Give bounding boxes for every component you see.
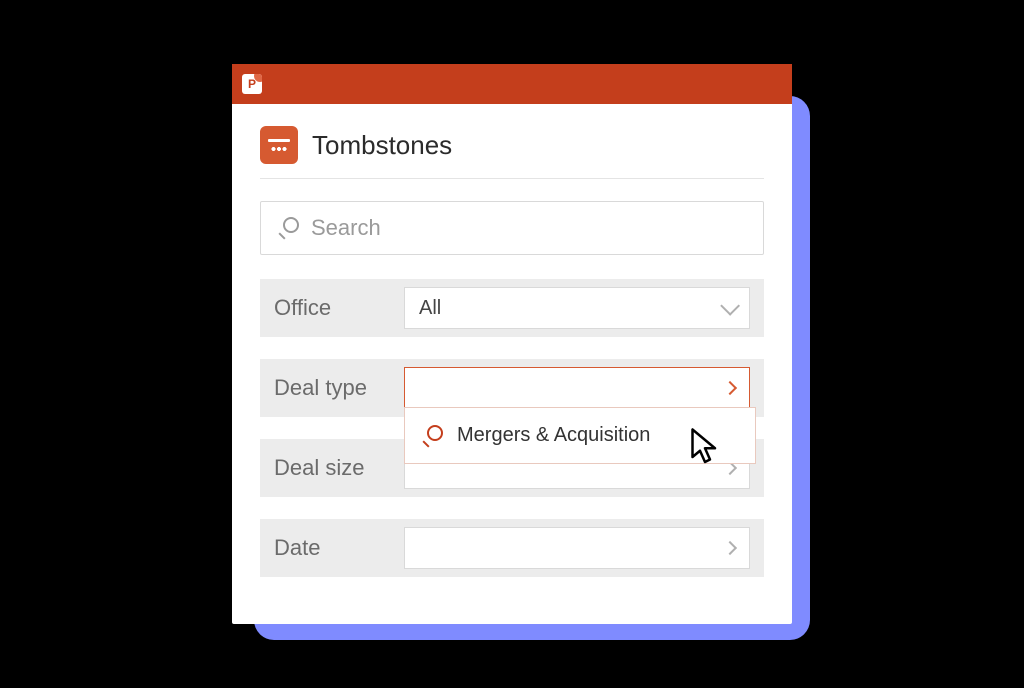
panel-header: Tombstones	[260, 126, 764, 179]
filter-label-date: Date	[274, 535, 404, 561]
filter-label-deal-size: Deal size	[274, 455, 404, 481]
filter-row-date: Date	[260, 519, 764, 577]
tombstones-panel: Tombstones Office All Deal type	[232, 104, 792, 577]
search-icon	[277, 217, 299, 239]
chevron-right-icon	[723, 381, 737, 395]
chevron-down-icon	[720, 296, 740, 316]
deal-type-option-label: Mergers & Acquisition	[457, 424, 650, 447]
filter-row-deal-type: Deal type Mergers & Acquisition	[260, 359, 764, 417]
chevron-right-icon	[723, 541, 737, 555]
filter-row-office: Office All	[260, 279, 764, 337]
office-dropdown[interactable]: All	[404, 287, 750, 329]
deal-type-dropdown-panel: Mergers & Acquisition	[404, 407, 756, 464]
filter-label-office: Office	[274, 295, 404, 321]
office-value: All	[419, 297, 441, 320]
app-window: P Tombstones Office All	[232, 64, 792, 624]
titlebar: P	[232, 64, 792, 104]
search-box[interactable]	[260, 201, 764, 255]
date-dropdown[interactable]	[404, 527, 750, 569]
deal-type-dropdown[interactable]	[404, 367, 750, 409]
filter-label-deal-type: Deal type	[274, 375, 404, 401]
app-badge-letter: P	[248, 77, 256, 91]
panel-title: Tombstones	[312, 130, 452, 161]
deal-type-option[interactable]: Mergers & Acquisition	[405, 414, 755, 457]
search-icon	[421, 425, 443, 447]
search-input[interactable]	[311, 215, 747, 241]
powerpoint-icon: P	[242, 74, 262, 94]
tombstones-icon	[260, 126, 298, 164]
